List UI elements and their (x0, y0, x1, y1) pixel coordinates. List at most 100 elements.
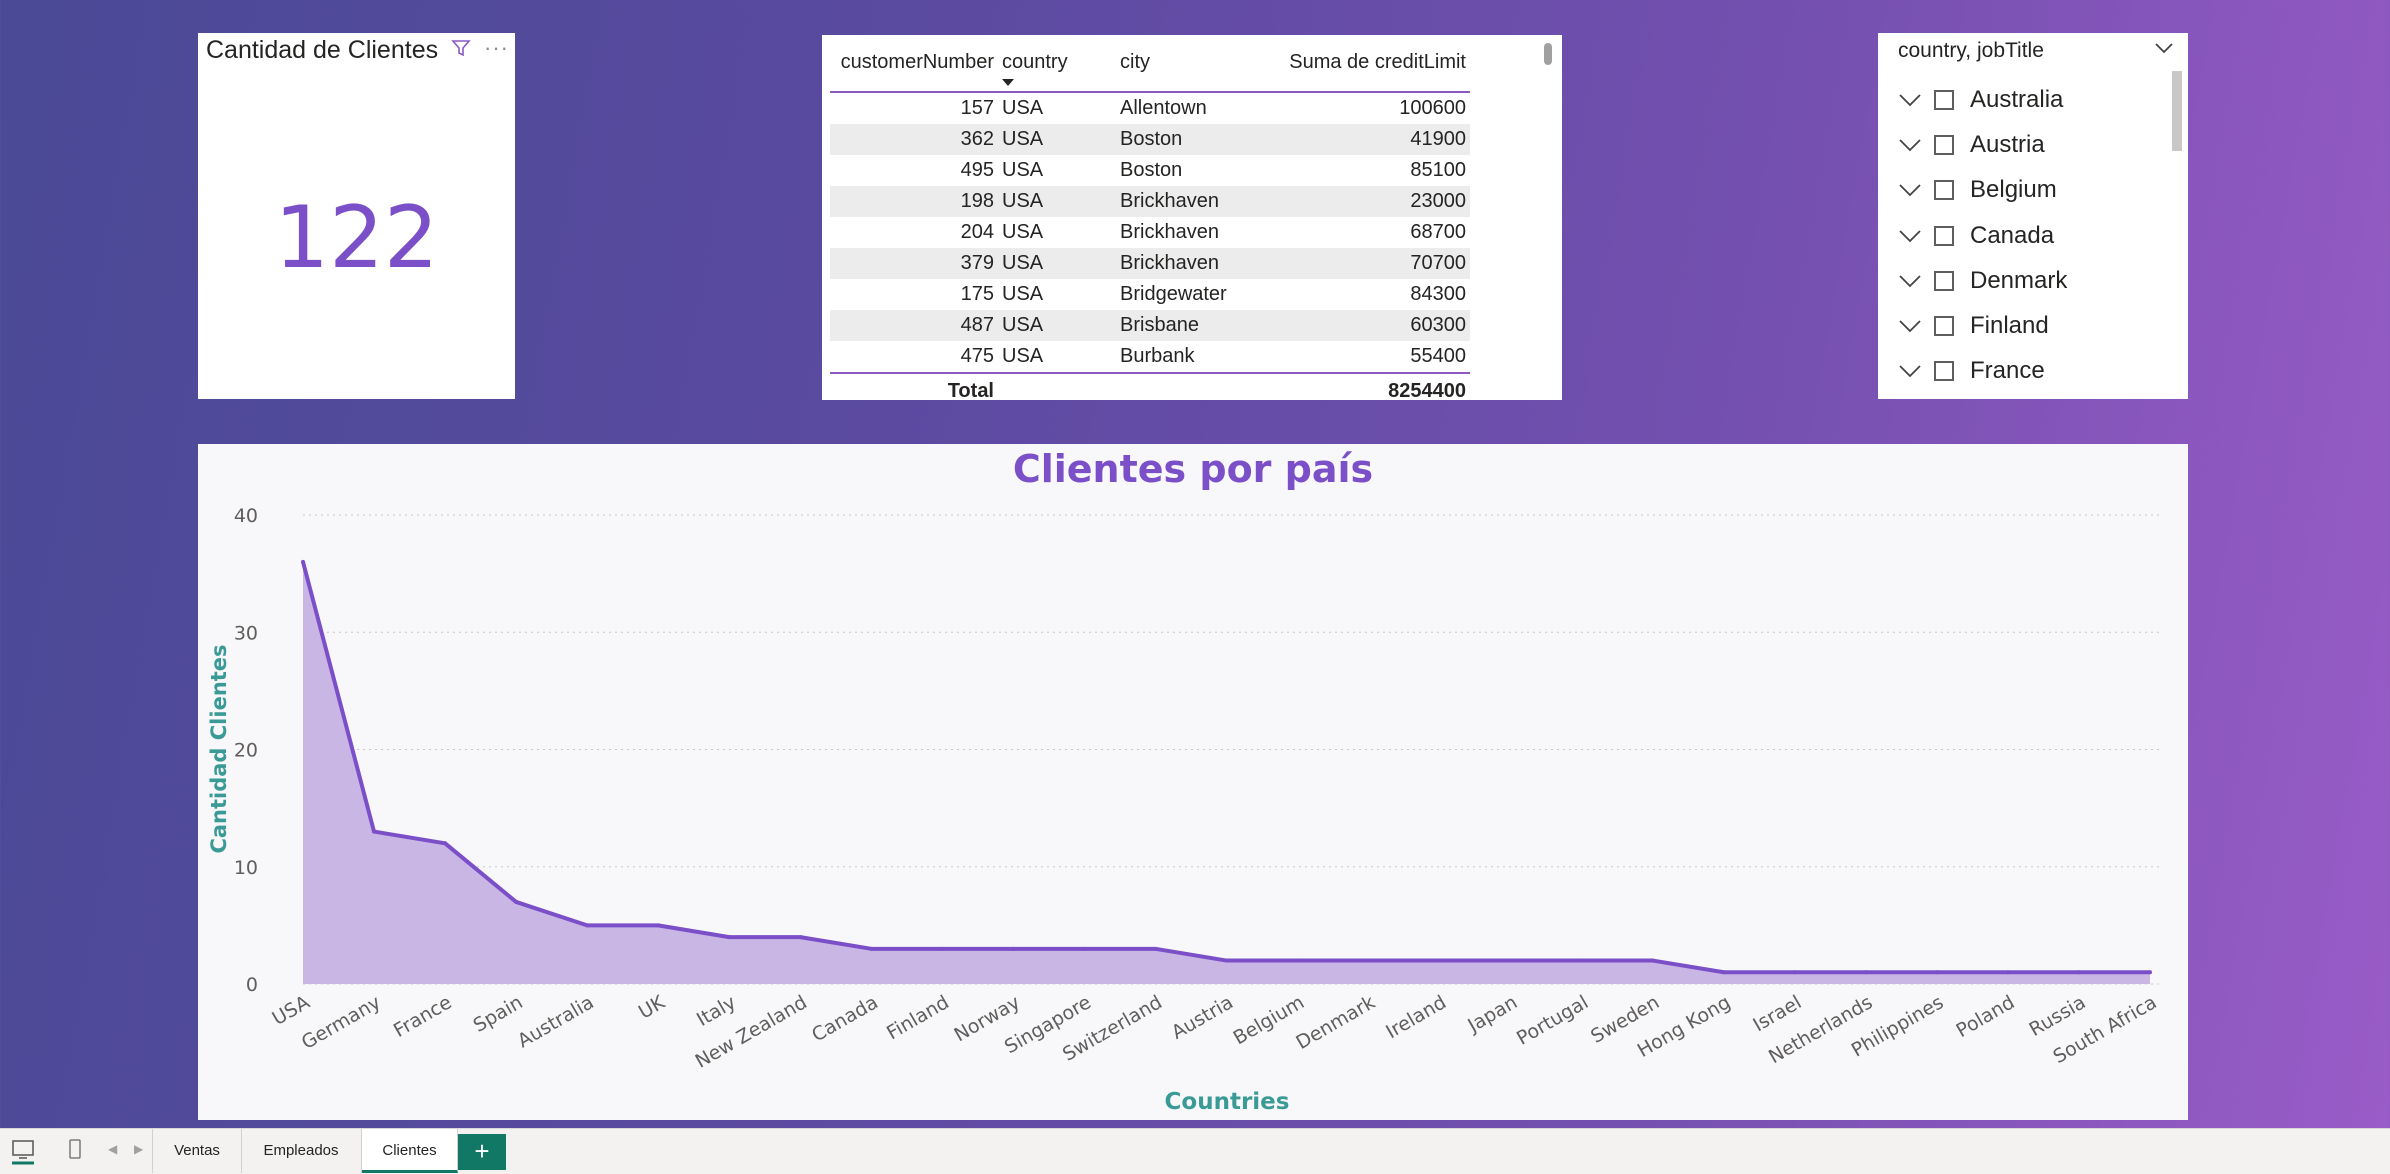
previous-page-icon[interactable]: ◀ (108, 1142, 117, 1156)
expand-chevron-icon[interactable] (1896, 135, 1924, 155)
slicer-item[interactable]: Finland (1896, 303, 2067, 348)
chevron-down-icon[interactable] (2154, 41, 2174, 55)
expand-chevron-icon[interactable] (1896, 226, 1924, 246)
tab-clientes[interactable]: Clientes (362, 1129, 458, 1173)
slicer-item[interactable]: Austria (1896, 122, 2067, 167)
column-header-city[interactable]: city (1116, 41, 1244, 93)
desktop-layout-icon[interactable] (10, 1137, 36, 1165)
table-row[interactable]: 495 USA Boston 85100 (830, 155, 1470, 186)
page-tabs-bar: ◀ ▶ Ventas Empleados Clientes + (0, 1128, 2390, 1174)
cell-creditlimit: 85100 (1410, 159, 1466, 181)
table-row[interactable]: 362 USA Boston 41900 (830, 124, 1470, 155)
slicer-item-label: Finland (1970, 312, 2049, 340)
cell-city: Brickhaven (1116, 186, 1244, 217)
customers-table[interactable]: customerNumber country city Suma de cred… (822, 35, 1562, 408)
data-point (2076, 970, 2081, 975)
slicer-item[interactable]: Denmark (1896, 258, 2067, 303)
column-header-country-label: country (1002, 51, 1068, 73)
data-point (1011, 946, 1016, 951)
slicer-checkbox[interactable] (1934, 316, 1954, 337)
cell-country: USA (998, 124, 1116, 155)
tab-empleados[interactable]: Empleados (241, 1129, 362, 1173)
cell-customernumber: 198 (830, 186, 998, 217)
slicer-item[interactable]: Belgium (1896, 168, 2067, 213)
kpi-value: 122 (274, 188, 439, 288)
cell-customernumber: 495 (960, 159, 994, 181)
x-tick-label: Austria (1168, 991, 1237, 1044)
table-row[interactable]: 175 USA Bridgewater 84300 (830, 279, 1470, 310)
x-tick-label: Denmark (1292, 991, 1379, 1054)
data-point (1366, 958, 1371, 963)
y-tick-label: 30 (234, 622, 258, 644)
data-point (1437, 958, 1442, 963)
slicer-scrollbar[interactable] (2172, 71, 2182, 151)
table-row[interactable]: 157 USA Allentown 100600 (830, 92, 1470, 124)
slicer-item[interactable]: France (1896, 349, 2067, 394)
data-point (1082, 946, 1087, 951)
cell-creditlimit: 84300 (1410, 283, 1466, 305)
slicer-item-label: Denmark (1970, 266, 2068, 294)
x-tick-label: USA (268, 991, 313, 1030)
x-tick-label: Italy (693, 991, 740, 1031)
slicer-checkbox[interactable] (1934, 180, 1954, 201)
clients-by-country-chart[interactable]: Clientes por país 0 10 20 30 40 USA Germany Fran… (198, 444, 2188, 1120)
cell-creditlimit: 68700 (1410, 221, 1466, 243)
table-row[interactable]: 198 USA Brickhaven 23000 (830, 186, 1470, 217)
expand-chevron-icon[interactable] (1896, 180, 1924, 200)
expand-chevron-icon[interactable] (1896, 316, 1924, 336)
cell-country: USA (998, 310, 1116, 341)
next-page-icon[interactable]: ▶ (134, 1142, 143, 1156)
table-row[interactable]: 487 USA Brisbane 60300 (830, 310, 1470, 341)
slicer-checkbox[interactable] (1934, 270, 1954, 291)
table-row[interactable]: 204 USA Brickhaven 68700 (830, 217, 1470, 248)
slicer-title: country, jobTitle (1898, 39, 2044, 62)
expand-chevron-icon[interactable] (1896, 361, 1924, 381)
table-row[interactable]: 475 USA Burbank 55400 (830, 341, 1470, 373)
y-axis-title: Cantidad Clientes (207, 644, 231, 853)
cell-city: Brickhaven (1116, 248, 1244, 279)
cell-city: Bridgewater (1120, 283, 1227, 305)
cell-creditlimit: 60300 (1244, 310, 1470, 341)
data-point (2148, 970, 2152, 975)
slicer-checkbox[interactable] (1934, 89, 1954, 110)
slicer-checkbox[interactable] (1934, 225, 1954, 246)
y-tick-label: 10 (234, 857, 258, 879)
kpi-card[interactable]: Cantidad de Clientes ··· 122 (198, 33, 515, 399)
data-point (869, 946, 874, 951)
series-line (301, 561, 2150, 975)
kpi-title: Cantidad de Clientes (206, 36, 439, 64)
more-options-icon[interactable]: ··· (484, 37, 509, 59)
data-point (514, 899, 519, 904)
chart-title: Clientes por país (1013, 447, 1373, 491)
column-header-country[interactable]: country (998, 41, 1116, 93)
slicer-item-label: Canada (1970, 221, 2055, 249)
table-scrollbar[interactable] (1544, 43, 1552, 65)
add-page-button[interactable]: + (458, 1134, 506, 1170)
filter-icon[interactable] (450, 37, 472, 59)
cell-customernumber: 487 (830, 310, 998, 341)
slicer-item[interactable]: Australia (1896, 77, 2067, 122)
table-row[interactable]: 379 USA Brickhaven 70700 (830, 248, 1470, 279)
column-header-customernumber[interactable]: customerNumber (830, 41, 998, 93)
total-label: Total (830, 372, 998, 408)
slicer-item-label: France (1970, 357, 2045, 385)
cell-city: Boston (1120, 159, 1183, 181)
slicer-checkbox[interactable] (1934, 361, 1954, 382)
country-jobtitle-slicer[interactable]: country, jobTitle Australia Austria Belgiu… (1878, 33, 2188, 399)
data-point (1579, 958, 1584, 963)
data-point (301, 559, 305, 564)
cell-creditlimit: 41900 (1244, 124, 1470, 155)
y-tick-label: 0 (246, 974, 258, 996)
slicer-checkbox[interactable] (1934, 134, 1954, 155)
expand-chevron-icon[interactable] (1896, 271, 1924, 291)
cell-country: USA (1002, 345, 1044, 367)
expand-chevron-icon[interactable] (1896, 90, 1924, 110)
cell-city: Brickhaven (1120, 221, 1219, 243)
x-axis-title: Countries (1165, 1089, 1290, 1115)
column-header-creditlimit[interactable]: Suma de creditLimit (1244, 41, 1470, 93)
data-point (1508, 958, 1513, 963)
mobile-layout-icon[interactable] (66, 1137, 84, 1165)
x-tick-label: Ireland (1382, 991, 1450, 1043)
tab-ventas[interactable]: Ventas (152, 1129, 242, 1173)
slicer-item[interactable]: Canada (1896, 213, 2067, 258)
